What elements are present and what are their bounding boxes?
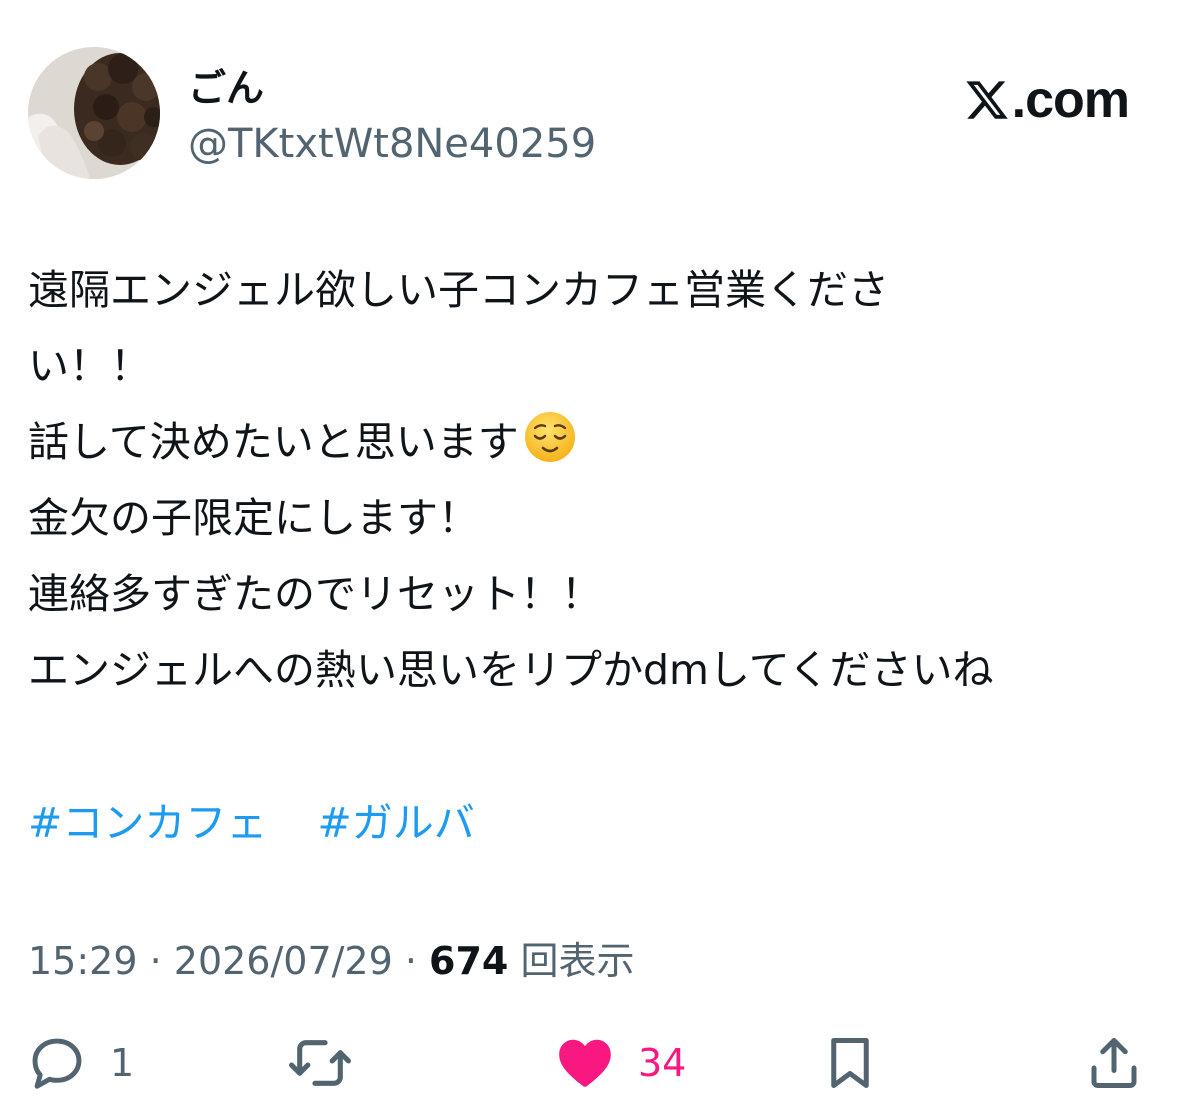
avatar-photo [28, 47, 160, 179]
avatar[interactable] [28, 47, 160, 179]
meta-separator: · [137, 939, 174, 983]
tweet-line: エンジェルへの熱い思いをリプかdmしてくださいね [28, 646, 994, 694]
bookmark-button[interactable] [820, 1028, 880, 1098]
meta-separator: · [392, 939, 430, 983]
user-handle[interactable]: @TKtxtWt8Ne40259 [188, 118, 596, 170]
tweet-text: 遠隔エンジェル欲しい子コンカフェ営業くださ い！！ 話して決めたいと思います 金… [28, 252, 1158, 708]
like-count: 34 [638, 1041, 687, 1085]
x-logo-icon [966, 81, 1008, 119]
retweet-button[interactable] [287, 1028, 353, 1098]
brand-logo: .com [964, 68, 1130, 132]
action-bar: 1 34 [0, 1028, 1179, 1098]
tweet-time[interactable]: 15:29 [28, 939, 138, 983]
brand-text: .com [1011, 71, 1130, 129]
reply-button[interactable]: 1 [26, 1028, 134, 1098]
hashtag-row: #コンカフェ #ガルバ [28, 788, 475, 858]
tweet-line: 連絡多すぎたのでリセット！！ [28, 570, 602, 618]
reply-icon [32, 1038, 82, 1089]
display-name[interactable]: ごん [188, 64, 264, 112]
tweet-line: 金欠の子限定にします！ [28, 494, 479, 542]
heart-icon [559, 1039, 611, 1087]
tweet-meta: 15:29 · 2026/07/29 · 674 回表示 [28, 934, 634, 988]
tweet-line-with-emoji: 話して決めたいと思います [28, 404, 1158, 480]
retweet-icon [289, 1040, 351, 1086]
bookmark-icon [831, 1038, 869, 1088]
share-button[interactable] [1084, 1028, 1144, 1098]
tweet-line: 話して決めたいと思います [28, 418, 519, 466]
tweet-line: 遠隔エンジェル欲しい子コンカフェ営業くださ [28, 266, 889, 314]
relieved-face-emoji-icon [524, 412, 575, 462]
views-label: 回表示 [520, 939, 635, 983]
hashtag-link[interactable]: #コンカフェ [28, 788, 267, 858]
tweet-line: い！！ [28, 342, 151, 390]
like-button[interactable]: 34 [554, 1028, 686, 1098]
hashtag-link[interactable]: #ガルバ [317, 788, 474, 858]
tweet-date[interactable]: 2026/07/29 [174, 939, 393, 983]
reply-count: 1 [110, 1041, 135, 1085]
views-count: 674 [429, 939, 509, 983]
share-icon [1091, 1038, 1137, 1088]
